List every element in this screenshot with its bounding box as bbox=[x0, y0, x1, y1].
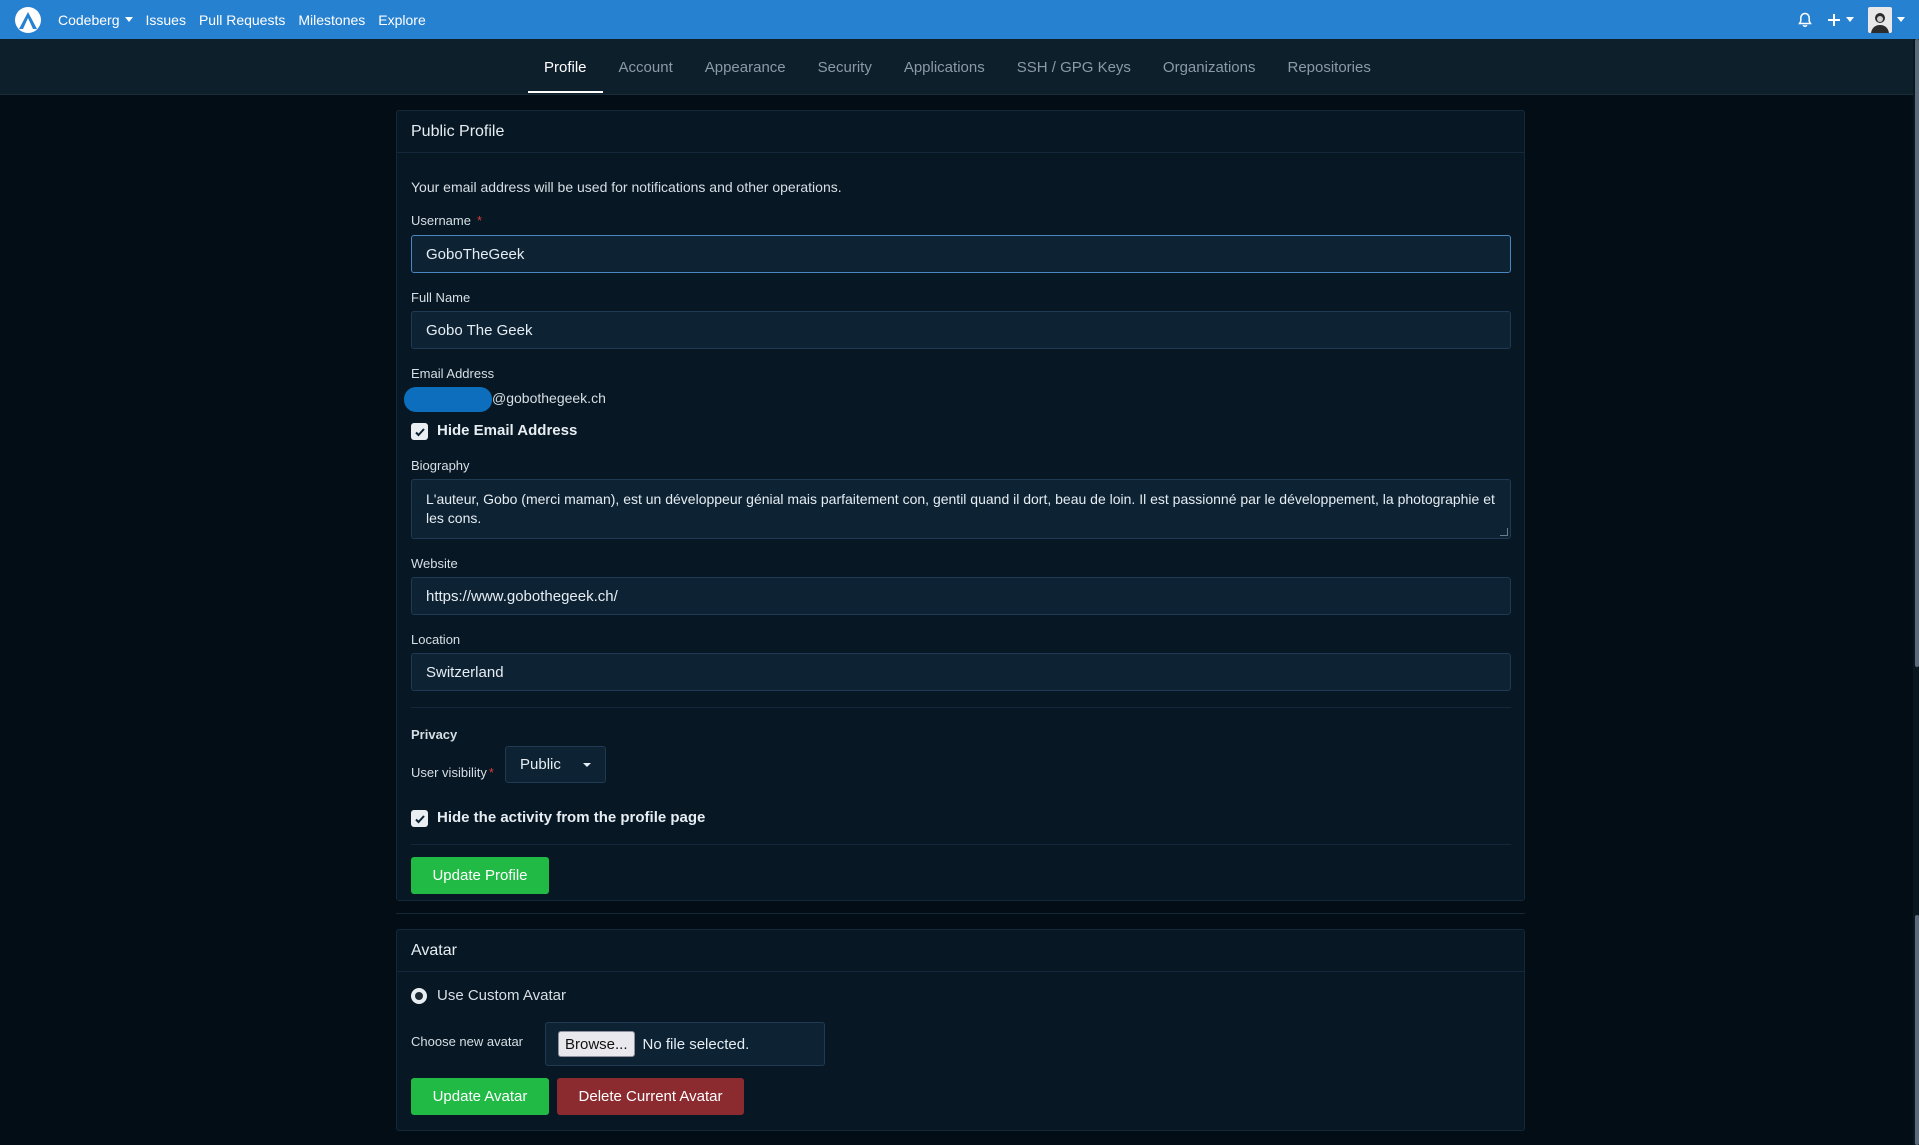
nav-brand-label: Codeberg bbox=[58, 11, 120, 28]
tab-security[interactable]: Security bbox=[802, 39, 888, 95]
tab-organizations[interactable]: Organizations bbox=[1147, 39, 1272, 95]
avatar-panel: Avatar Use Custom Avatar Choose new avat… bbox=[396, 929, 1525, 1131]
scrollbar-thumb-lower bbox=[1915, 915, 1919, 1145]
nav-milestones[interactable]: Milestones bbox=[298, 12, 365, 28]
website-input[interactable]: https://www.gobothegeek.ch/ bbox=[411, 577, 1511, 615]
custom-avatar-radio[interactable] bbox=[411, 988, 427, 1004]
username-input[interactable]: GoboTheGeek bbox=[411, 235, 1511, 273]
tab-profile[interactable]: Profile bbox=[528, 39, 603, 95]
custom-avatar-label[interactable]: Use Custom Avatar bbox=[437, 987, 566, 1004]
settings-tabs-bar: Profile Account Appearance Security Appl… bbox=[0, 39, 1919, 95]
fullname-label: Full Name bbox=[411, 290, 471, 305]
hide-activity-checkbox[interactable] bbox=[411, 810, 428, 827]
create-new-dropdown[interactable] bbox=[1827, 13, 1854, 27]
no-file-label: No file selected. bbox=[642, 1035, 750, 1053]
location-input[interactable]: Switzerland bbox=[411, 653, 1511, 691]
fullname-input[interactable]: Gobo The Geek bbox=[411, 311, 1511, 349]
section-divider bbox=[396, 913, 1525, 914]
visibility-label-text: User visibility bbox=[411, 765, 487, 780]
visibility-label: User visibility * bbox=[411, 765, 494, 780]
tab-appearance[interactable]: Appearance bbox=[689, 39, 802, 95]
email-notice: Your email address will be used for noti… bbox=[411, 179, 842, 195]
hide-activity-label[interactable]: Hide the activity from the profile page bbox=[437, 809, 705, 826]
email-domain: @gobothegeek.ch bbox=[492, 390, 606, 406]
resize-handle-icon[interactable] bbox=[1500, 528, 1508, 536]
avatar bbox=[1868, 6, 1892, 33]
update-profile-button[interactable]: Update Profile bbox=[411, 857, 549, 894]
panel-title: Public Profile bbox=[397, 111, 1524, 153]
choose-avatar-label: Choose new avatar bbox=[411, 1034, 524, 1049]
tab-applications[interactable]: Applications bbox=[888, 39, 1001, 95]
nav-pull-requests[interactable]: Pull Requests bbox=[199, 12, 285, 28]
codeberg-logo-icon[interactable] bbox=[14, 6, 42, 34]
nav-issues[interactable]: Issues bbox=[146, 12, 186, 28]
chevron-down-icon bbox=[1846, 17, 1854, 22]
required-mark: * bbox=[488, 765, 494, 780]
radio-selected-icon bbox=[415, 992, 423, 1000]
tab-repositories[interactable]: Repositories bbox=[1271, 39, 1386, 95]
tab-ssh-gpg-keys[interactable]: SSH / GPG Keys bbox=[1001, 39, 1147, 95]
check-icon bbox=[414, 814, 425, 823]
plus-icon bbox=[1828, 13, 1840, 26]
delete-avatar-button[interactable]: Delete Current Avatar bbox=[557, 1078, 744, 1115]
biography-text: L'auteur, Gobo (merci maman), est un dév… bbox=[426, 491, 1495, 526]
redacted-email-mask bbox=[404, 387, 492, 412]
username-label: Username * bbox=[411, 213, 482, 228]
panel-title: Avatar bbox=[397, 930, 1524, 972]
check-icon bbox=[414, 427, 425, 436]
required-mark: * bbox=[476, 213, 483, 228]
privacy-heading: Privacy bbox=[411, 727, 458, 742]
nav-explore[interactable]: Explore bbox=[378, 12, 425, 28]
scrollbar-thumb[interactable] bbox=[1915, 39, 1919, 667]
nav-brand-dropdown[interactable]: Codeberg bbox=[58, 12, 133, 28]
biography-label: Biography bbox=[411, 458, 470, 473]
visibility-select[interactable]: Public bbox=[505, 746, 606, 783]
avatar-file-input[interactable]: Browse... No file selected. bbox=[545, 1022, 825, 1066]
hide-email-checkbox[interactable] bbox=[411, 423, 428, 440]
chevron-down-icon bbox=[124, 17, 133, 22]
chevron-down-icon bbox=[1897, 17, 1905, 22]
email-label: Email Address bbox=[411, 366, 495, 381]
username-label-text: Username bbox=[411, 213, 471, 228]
tab-account[interactable]: Account bbox=[603, 39, 689, 95]
divider bbox=[411, 844, 1511, 845]
hide-email-label[interactable]: Hide Email Address bbox=[437, 422, 577, 439]
biography-textarea[interactable]: L'auteur, Gobo (merci maman), est un dév… bbox=[411, 479, 1511, 539]
chevron-down-icon bbox=[582, 762, 591, 767]
user-menu-dropdown[interactable] bbox=[1868, 6, 1905, 33]
location-label: Location bbox=[411, 632, 461, 647]
top-navbar: Codeberg Issues Pull Requests Milestones… bbox=[0, 0, 1919, 39]
website-label: Website bbox=[411, 556, 458, 571]
visibility-value: Public bbox=[520, 756, 561, 773]
update-avatar-button[interactable]: Update Avatar bbox=[411, 1078, 549, 1115]
browse-button[interactable]: Browse... bbox=[558, 1031, 635, 1057]
public-profile-panel: Public Profile Your email address will b… bbox=[396, 110, 1525, 901]
notifications-bell-icon[interactable] bbox=[1797, 12, 1813, 28]
divider bbox=[411, 707, 1511, 708]
